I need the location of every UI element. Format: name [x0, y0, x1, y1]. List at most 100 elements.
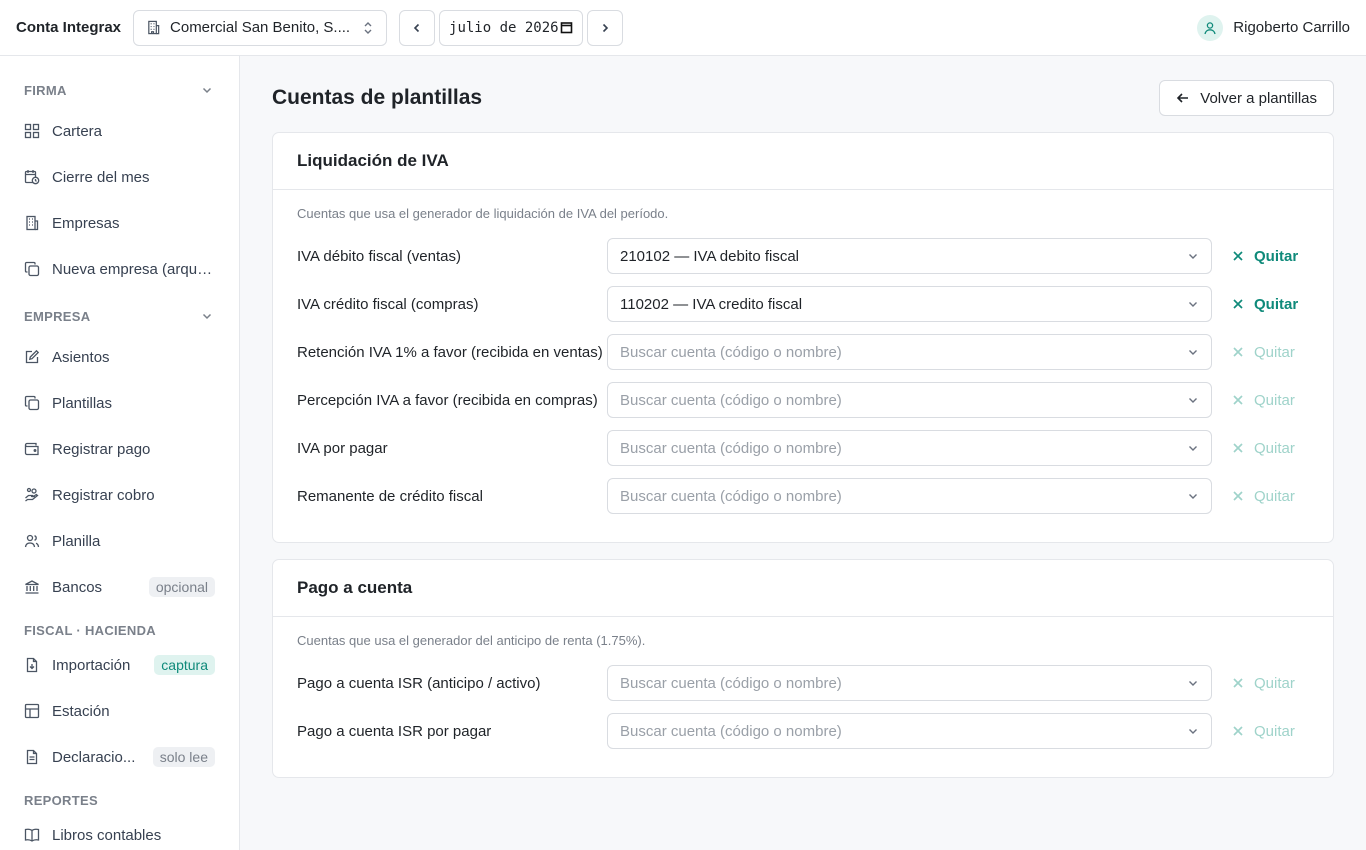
sidebar-item-label: Importación: [52, 656, 131, 674]
prev-period-button[interactable]: [399, 9, 436, 46]
account-select[interactable]: 110202 — IVA credito fiscal: [607, 286, 1212, 322]
page-title: Cuentas de plantillas: [272, 86, 483, 109]
sidebar-item-registrar-pago[interactable]: Registrar pago: [0, 426, 239, 472]
account-select[interactable]: Buscar cuenta (código o nombre): [607, 713, 1212, 749]
section-title: EMPRESA: [24, 308, 91, 324]
sidebar-item-cartera[interactable]: Cartera: [0, 108, 239, 154]
account-row: Remanente de crédito fiscal Buscar cuent…: [297, 472, 1309, 520]
sidebar-item-libros-contables[interactable]: Libros contables: [0, 812, 239, 850]
sidebar-item-registrar-cobro[interactable]: Registrar cobro: [0, 472, 239, 518]
remove-button[interactable]: Quitar: [1232, 723, 1295, 740]
remove-label: Quitar: [1254, 722, 1295, 740]
chevron-left-icon: [413, 23, 420, 32]
book-icon: [24, 828, 40, 842]
account-select[interactable]: Buscar cuenta (código o nombre): [607, 478, 1212, 514]
file-import-icon: [26, 657, 38, 673]
company-selector[interactable]: Comercial San Benito, S....: [133, 9, 388, 46]
calendar-icon[interactable]: [560, 21, 573, 34]
account-row: Percepción IVA a favor (recibida en comp…: [297, 376, 1309, 424]
sidebar-item-label: Planilla: [52, 532, 101, 550]
calendar-clock-icon: [24, 170, 40, 185]
sidebar-item-label: Estación: [52, 702, 110, 720]
chevron-down-icon: [1189, 494, 1197, 499]
close-icon: [1233, 443, 1243, 453]
account-select[interactable]: Buscar cuenta (código o nombre): [607, 334, 1212, 370]
account-select-placeholder: Buscar cuenta (código o nombre): [620, 722, 842, 740]
period-input[interactable]: julio de 2026: [439, 9, 584, 46]
close-icon: [1233, 251, 1243, 261]
chevron-down-icon: [202, 313, 212, 320]
avatar: [1197, 14, 1224, 41]
remove-label: Quitar: [1254, 247, 1299, 265]
card-title: Pago a cuenta: [273, 560, 1333, 617]
remove-button[interactable]: Quitar: [1232, 296, 1298, 313]
remove-button[interactable]: Quitar: [1232, 440, 1295, 457]
account-select[interactable]: 210102 — IVA debito fiscal: [607, 238, 1212, 274]
bank-icon: [25, 580, 39, 594]
card-title: Liquidación de IVA: [273, 133, 1333, 190]
sidebar-item-label: Plantillas: [52, 394, 113, 412]
sidebar-item-importacion[interactable]: Importación captura: [0, 642, 239, 688]
remove-button[interactable]: Quitar: [1232, 675, 1295, 692]
card-description: Cuentas que usa el generador del anticip…: [297, 633, 646, 648]
status-badge: solo lee: [152, 747, 215, 767]
next-period-button[interactable]: [587, 9, 624, 46]
top-bar: Conta Integrax Comercial San Benito, S..…: [0, 0, 1366, 56]
chevron-down-icon: [1189, 302, 1197, 307]
account-select[interactable]: Buscar cuenta (código o nombre): [607, 382, 1212, 418]
payment-on-account-card: Pago a cuenta Cuentas que usa el generad…: [272, 559, 1334, 778]
account-row-label: IVA débito fiscal (ventas): [297, 247, 461, 265]
hand-coins-icon: [25, 487, 39, 502]
card-description: Cuentas que usa el generador de liquidac…: [297, 206, 669, 221]
account-select[interactable]: Buscar cuenta (código o nombre): [607, 665, 1212, 701]
chevron-down-icon: [1189, 729, 1197, 734]
chevron-right-icon: [602, 23, 609, 32]
sidebar-item-empresas[interactable]: Empresas: [0, 200, 239, 246]
users-icon: [24, 534, 40, 548]
account-select[interactable]: Buscar cuenta (código o nombre): [607, 430, 1212, 466]
status-badge: opcional: [148, 577, 215, 597]
sidebar-section-firma[interactable]: FIRMA: [0, 78, 239, 102]
close-icon: [1233, 299, 1243, 309]
section-title: FIRMA: [24, 82, 67, 98]
account-row: Pago a cuenta ISR (anticipo / activo) Bu…: [297, 659, 1309, 707]
sidebar-item-asientos[interactable]: Asientos: [0, 334, 239, 380]
sidebar-item-bancos[interactable]: Bancos opcional: [0, 564, 239, 610]
wallet-icon: [24, 442, 39, 456]
arrow-left-icon: [1177, 93, 1189, 103]
building-icon: [148, 20, 160, 35]
sidebar-item-cierre-del-mes[interactable]: Cierre del mes: [0, 154, 239, 200]
sidebar-item-label: Bancos: [52, 578, 103, 596]
edit-icon: [25, 349, 40, 364]
account-row-label: Remanente de crédito fiscal: [297, 487, 483, 505]
sidebar-item-label: Cartera: [52, 122, 103, 140]
file-text-icon: [26, 749, 38, 765]
page-header: Cuentas de plantillas Volver a plantilla…: [272, 80, 1334, 116]
user-menu[interactable]: Rigoberto Carrillo: [1197, 14, 1350, 41]
sidebar-section-reportes: REPORTES: [0, 788, 239, 812]
sidebar-item-label: Libros contables: [52, 826, 162, 844]
sidebar-item-nueva-empresa[interactable]: Nueva empresa (arque...: [0, 246, 239, 292]
account-row-label: Percepción IVA a favor (recibida en comp…: [297, 391, 598, 409]
account-row: IVA débito fiscal (ventas) 210102 — IVA …: [297, 232, 1309, 280]
account-select-value: 210102 — IVA debito fiscal: [620, 247, 800, 265]
remove-button[interactable]: Quitar: [1232, 488, 1295, 505]
sidebar-item-planilla[interactable]: Planilla: [0, 518, 239, 564]
remove-label: Quitar: [1254, 343, 1295, 361]
remove-button[interactable]: Quitar: [1232, 248, 1298, 265]
sidebar-section-empresa[interactable]: EMPRESA: [0, 304, 239, 328]
company-name: Comercial San Benito, S....: [170, 19, 351, 36]
account-row-label: Pago a cuenta ISR (anticipo / activo): [297, 674, 541, 692]
sidebar-item-declaraciones[interactable]: Declaracio... solo lee: [0, 734, 239, 780]
remove-button[interactable]: Quitar: [1232, 392, 1295, 409]
sidebar-item-estacion[interactable]: Estación: [0, 688, 239, 734]
remove-button[interactable]: Quitar: [1232, 344, 1295, 361]
close-icon: [1233, 395, 1243, 405]
back-to-templates-button[interactable]: Volver a plantillas: [1159, 80, 1334, 116]
back-button-label: Volver a plantillas: [1200, 89, 1317, 107]
remove-label: Quitar: [1254, 439, 1295, 457]
iva-settlement-card: Liquidación de IVA Cuentas que usa el ge…: [272, 132, 1334, 543]
sidebar-item-plantillas[interactable]: Plantillas: [0, 380, 239, 426]
close-icon: [1233, 491, 1243, 501]
account-select-placeholder: Buscar cuenta (código o nombre): [620, 439, 842, 457]
